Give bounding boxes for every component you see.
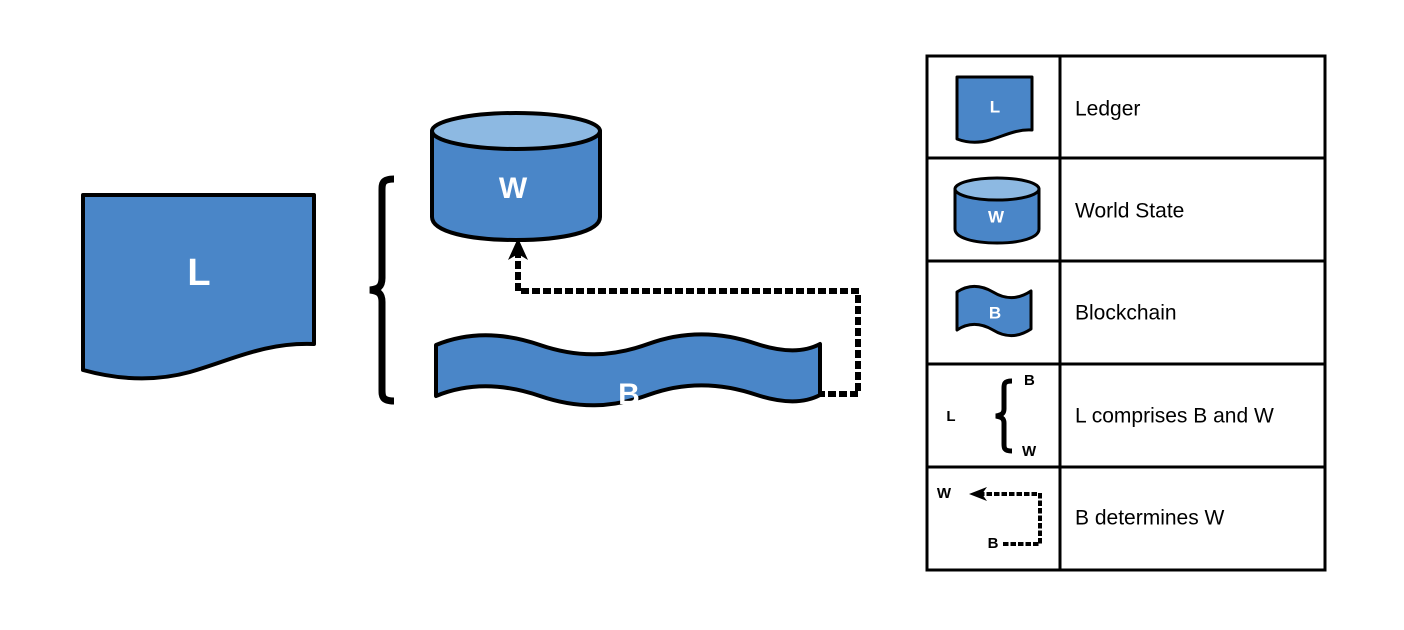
legend-brace-icon-label-bottom: W — [1022, 443, 1037, 460]
legend-comprises-text: L comprises B and W — [1075, 405, 1274, 428]
legend-ledger-icon-label: L — [990, 97, 1000, 116]
legend-blockchain-icon-label: B — [989, 303, 1001, 322]
legend-determines-text: B determines W — [1075, 507, 1225, 530]
legend-world-state-icon-label: W — [988, 207, 1005, 226]
legend-dotted-arrow-label-target: W — [937, 485, 952, 502]
legend-brace-icon-label-left: L — [946, 408, 955, 425]
legend-brace-icon-label-top: B — [1024, 372, 1035, 389]
legend-world-state-icon-top — [953, 176, 1041, 202]
legend-ledger-text: Ledger — [1075, 98, 1140, 121]
legend-blockchain-text: Blockchain — [1075, 302, 1177, 325]
legend-table: L Ledger W World State B Blockchain L B … — [925, 54, 1327, 572]
diagram-canvas: L W B L Ledger W World State B Blockchai… — [0, 0, 1404, 630]
legend-world-state-cylinder-icon: W — [953, 176, 1041, 245]
legend-world-state-text: World State — [1075, 200, 1184, 223]
legend-dotted-arrow-label-source: B — [988, 535, 999, 552]
